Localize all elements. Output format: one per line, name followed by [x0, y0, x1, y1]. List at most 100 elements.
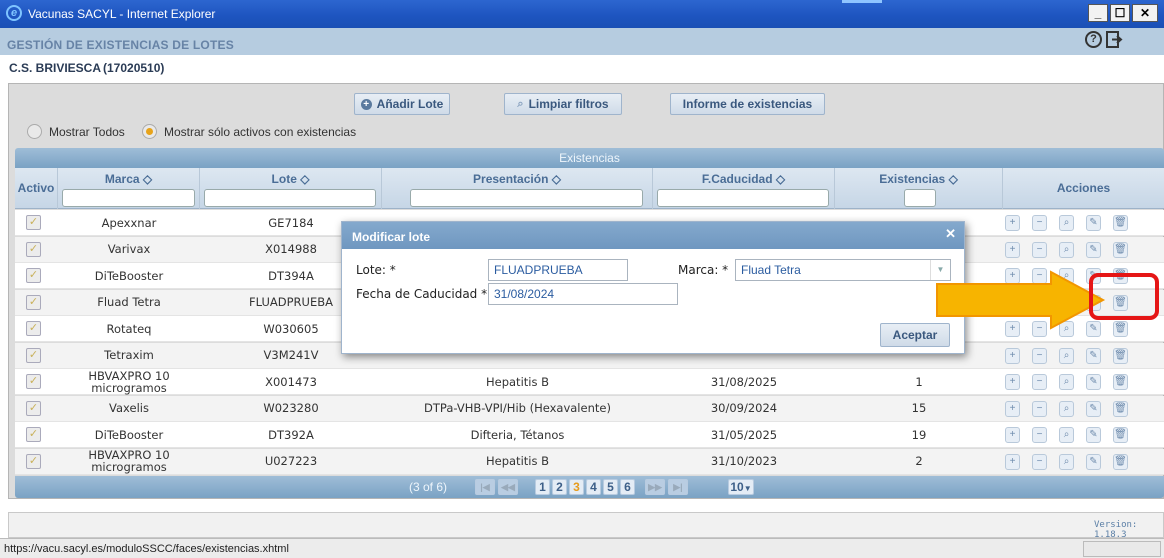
add-stock-button[interactable]: + — [1005, 215, 1020, 231]
cell-presentation: Difteria, Tétanos — [470, 427, 565, 442]
add-stock-button[interactable]: + — [1005, 374, 1020, 390]
brand-select[interactable]: Fluad Tetra ▼ — [735, 259, 951, 281]
view-details-button[interactable]: ⌕ — [1059, 215, 1074, 231]
header-lot[interactable]: Lote ◇ — [200, 168, 382, 209]
remove-stock-button[interactable]: − — [1032, 215, 1047, 231]
close-window-button[interactable]: ✕ — [1132, 4, 1158, 22]
rows-per-page-value: 10 — [730, 480, 744, 494]
remove-stock-button[interactable]: − — [1032, 347, 1047, 364]
prev-page-button[interactable]: ◀◀ — [498, 479, 518, 495]
radio-show-all[interactable] — [27, 124, 42, 139]
next-page-button[interactable]: ▶▶ — [645, 479, 665, 495]
cell-brand: Varivax — [107, 242, 151, 256]
status-zone — [1083, 541, 1161, 557]
page-2-button[interactable]: 2 — [552, 479, 567, 495]
remove-stock-button[interactable]: − — [1032, 374, 1047, 390]
cell-brand: Fluad Tetra — [97, 295, 161, 309]
app-header: GESTIÓN DE EXISTENCIAS DE LOTES ? — [0, 28, 1164, 55]
view-details-button[interactable]: ⌕ — [1059, 400, 1074, 417]
remove-stock-button[interactable]: − — [1032, 453, 1047, 470]
first-page-button[interactable]: |◀ — [475, 479, 495, 495]
cell-expiry: 31/08/2025 — [710, 374, 778, 389]
active-checkbox[interactable]: ✓ — [26, 321, 41, 336]
maximize-button[interactable]: ☐ — [1110, 4, 1130, 22]
view-details-button[interactable]: ⌕ — [1059, 241, 1074, 258]
delete-lot-button[interactable]: 🗑 — [1113, 400, 1128, 417]
edit-lot-button[interactable]: ✎ — [1086, 400, 1101, 417]
page-3-button[interactable]: 3 — [569, 479, 584, 495]
delete-lot-button[interactable]: 🗑 — [1113, 321, 1128, 337]
remove-stock-button[interactable]: − — [1032, 400, 1047, 417]
active-checkbox[interactable]: ✓ — [26, 347, 41, 363]
page-5-button[interactable]: 5 — [603, 479, 618, 495]
remove-stock-button[interactable]: − — [1032, 427, 1047, 443]
header-active: Activo — [15, 168, 58, 209]
filter-lot-input[interactable] — [204, 189, 376, 207]
edit-lot-button[interactable]: ✎ — [1086, 453, 1101, 470]
delete-lot-button[interactable]: 🗑 — [1113, 241, 1128, 258]
view-details-button[interactable]: ⌕ — [1059, 347, 1074, 364]
stock-report-button[interactable]: Informe de existencias — [670, 93, 825, 115]
dialog-close-icon[interactable]: ✕ — [945, 226, 956, 242]
view-details-button[interactable]: ⌕ — [1059, 374, 1074, 390]
edit-lot-button[interactable]: ✎ — [1086, 427, 1101, 443]
active-checkbox[interactable]: ✓ — [26, 268, 41, 283]
add-stock-button[interactable]: + — [1005, 347, 1020, 364]
page-4-button[interactable]: 4 — [586, 479, 601, 495]
window-title-bar: e Vacunas SACYL - Internet Explorer _ ☐ … — [0, 0, 1164, 28]
edit-lot-button[interactable]: ✎ — [1086, 241, 1101, 258]
lot-input[interactable]: FLUADPRUEBA — [488, 259, 628, 281]
delete-lot-button[interactable]: 🗑 — [1113, 453, 1128, 470]
add-stock-button[interactable]: + — [1005, 241, 1020, 258]
add-stock-button[interactable]: + — [1005, 453, 1020, 470]
last-page-button[interactable]: ▶| — [668, 479, 688, 495]
active-checkbox[interactable]: ✓ — [26, 374, 41, 389]
table-row[interactable]: ✓ HBVAXPRO 10 microgramos U027223 Hepatitis… — [15, 448, 1164, 475]
health-center-row: C.S. BRIVIESCA (17020510) — [0, 55, 1164, 81]
table-row[interactable]: ✓ HBVAXPRO 10 microgramos X001473 Hepatitis… — [15, 369, 1164, 395]
rows-per-page-select[interactable]: 10▼ — [728, 479, 754, 495]
active-checkbox[interactable]: ✓ — [26, 241, 41, 257]
edit-lot-button[interactable]: ✎ — [1086, 347, 1101, 364]
filter-brand-input[interactable] — [62, 189, 195, 207]
edit-lot-button[interactable]: ✎ — [1086, 374, 1101, 390]
cell-stock: 19 — [911, 427, 927, 442]
header-stock[interactable]: Existencias ◇ — [835, 168, 1003, 209]
header-brand[interactable]: Marca ◇ — [58, 168, 200, 209]
table-row[interactable]: ✓ Vaxelis W023280 DTPa-VHB-VPI/Hib (Hexaval… — [15, 395, 1164, 422]
active-checkbox[interactable]: ✓ — [26, 427, 41, 442]
page-1-button[interactable]: 1 — [535, 479, 550, 495]
view-details-button[interactable]: ⌕ — [1059, 427, 1074, 443]
radio-show-active[interactable] — [142, 124, 157, 139]
delete-lot-button[interactable]: 🗑 — [1113, 347, 1128, 364]
remove-stock-button[interactable]: − — [1032, 241, 1047, 258]
delete-lot-button[interactable]: 🗑 — [1113, 215, 1128, 231]
clear-filters-button[interactable]: ⌕ Limpiar filtros — [504, 93, 622, 115]
minimize-button[interactable]: _ — [1088, 4, 1108, 22]
help-icon[interactable]: ? — [1085, 31, 1102, 48]
page-summary: (3 of 6) — [409, 480, 448, 494]
page-6-button[interactable]: 6 — [620, 479, 635, 495]
header-presentation[interactable]: Presentación ◇ — [382, 168, 653, 209]
active-checkbox[interactable]: ✓ — [26, 294, 41, 310]
active-checkbox[interactable]: ✓ — [26, 453, 41, 469]
expiry-date-input[interactable]: 31/08/2024 — [488, 283, 678, 305]
logout-icon[interactable] — [1106, 31, 1123, 48]
filter-expiry-input[interactable] — [657, 189, 829, 207]
view-details-button[interactable]: ⌕ — [1059, 453, 1074, 470]
filter-stock-input[interactable] — [904, 189, 936, 207]
header-stock-label: Existencias ◇ — [879, 172, 958, 186]
delete-lot-button[interactable]: 🗑 — [1113, 374, 1128, 390]
add-stock-button[interactable]: + — [1005, 427, 1020, 443]
add-lot-button[interactable]: + Añadir Lote — [354, 93, 450, 115]
add-stock-button[interactable]: + — [1005, 400, 1020, 417]
table-row[interactable]: ✓ DiTeBooster DT392A Difteria, Tétanos 31/05… — [15, 422, 1164, 448]
internet-explorer-icon: e — [6, 5, 22, 21]
active-checkbox[interactable]: ✓ — [26, 400, 41, 416]
delete-lot-button[interactable]: 🗑 — [1113, 427, 1128, 443]
active-checkbox[interactable]: ✓ — [26, 215, 41, 230]
edit-lot-button[interactable]: ✎ — [1086, 215, 1101, 231]
header-expiry[interactable]: F.Caducidad ◇ — [653, 168, 835, 209]
table-header: Activo Marca ◇ Lote ◇ Presentación ◇ F.C… — [15, 168, 1164, 209]
filter-presentation-input[interactable] — [410, 189, 643, 207]
